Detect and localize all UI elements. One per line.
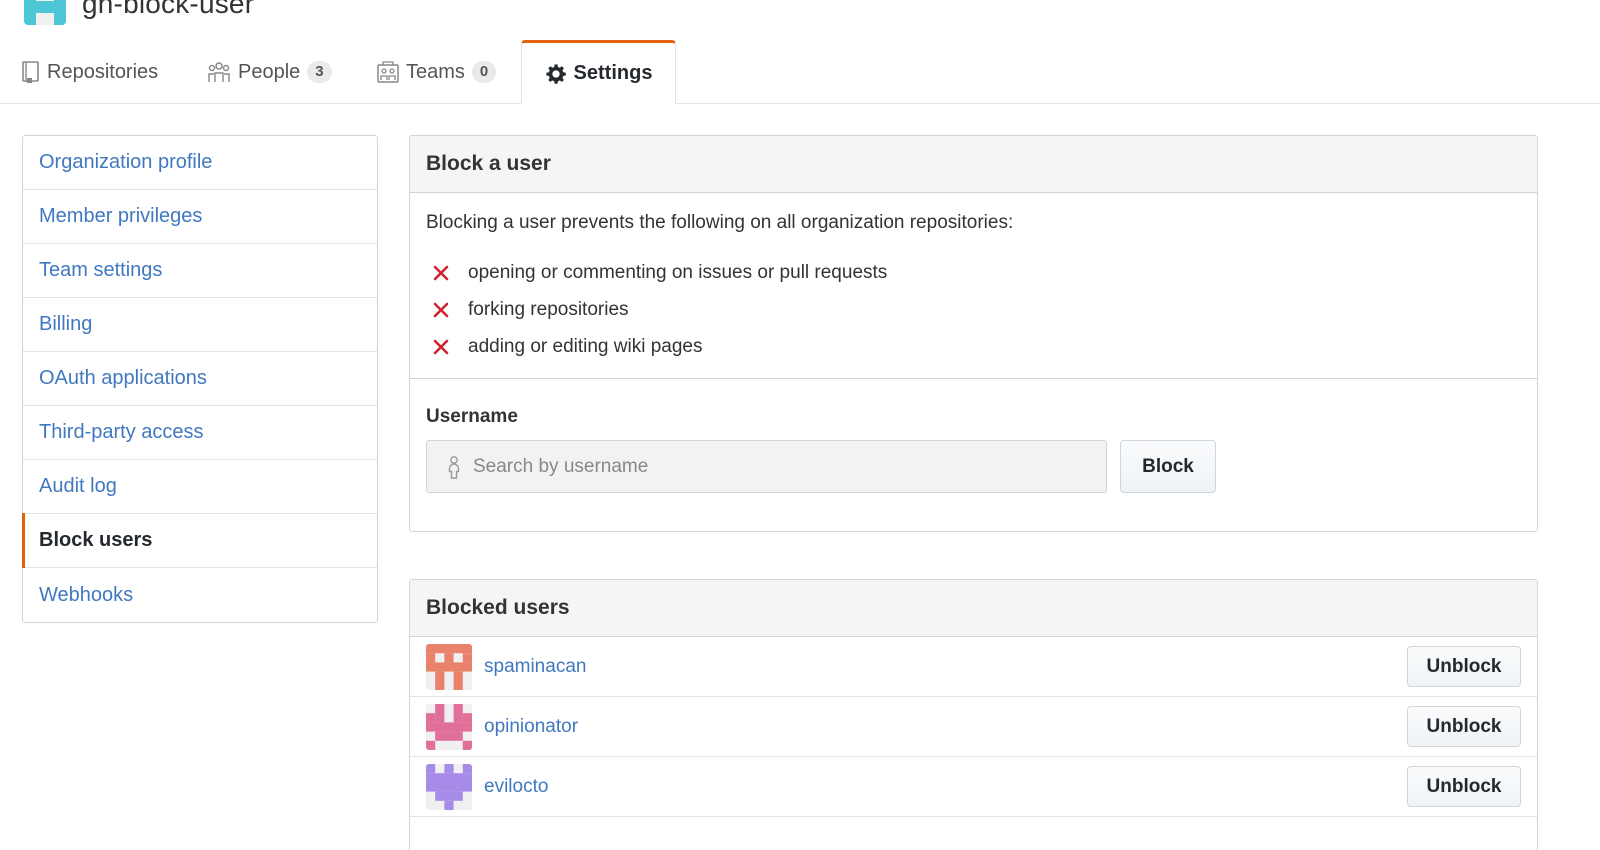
block-user-title: Block a user bbox=[410, 136, 1537, 193]
restriction-text: forking repositories bbox=[468, 298, 629, 320]
teams-count-badge: 0 bbox=[471, 61, 497, 83]
unblock-button[interactable]: Unblock bbox=[1407, 706, 1521, 747]
tab-repositories[interactable]: Repositories bbox=[22, 40, 158, 104]
blocked-username-link[interactable]: spaminacan bbox=[484, 656, 586, 678]
block-intro-text: Blocking a user prevents the following o… bbox=[426, 212, 1014, 233]
username-search-input[interactable] bbox=[473, 455, 1073, 478]
tab-people[interactable]: People 3 bbox=[207, 40, 332, 104]
tab-teams-label: Teams bbox=[406, 60, 465, 83]
org-nav-tabs: Repositories People 3 Teams 0 Settings bbox=[0, 40, 1600, 105]
restriction-text: adding or editing wiki pages bbox=[468, 335, 703, 357]
unblock-button[interactable]: Unblock bbox=[1407, 646, 1521, 687]
table-row: evilocto Unblock bbox=[410, 757, 1537, 817]
people-icon bbox=[207, 61, 231, 83]
avatar[interactable] bbox=[426, 643, 472, 690]
sidebar-item-oauth-applications[interactable]: OAuth applications bbox=[23, 352, 377, 406]
tab-settings[interactable]: Settings bbox=[521, 40, 676, 105]
blocked-users-title: Blocked users bbox=[410, 580, 1537, 637]
sidebar-item-billing[interactable]: Billing bbox=[23, 298, 377, 352]
list-item: opening or commenting on issues or pull … bbox=[432, 254, 887, 291]
list-item: forking repositories bbox=[432, 291, 887, 328]
block-user-panel: Block a user Blocking a user prevents th… bbox=[409, 135, 1538, 532]
x-icon bbox=[432, 264, 452, 282]
tab-teams[interactable]: Teams 0 bbox=[377, 40, 497, 104]
restrictions-list: opening or commenting on issues or pull … bbox=[432, 254, 887, 365]
sidebar-item-member-privileges[interactable]: Member privileges bbox=[23, 190, 377, 244]
teams-icon bbox=[377, 61, 399, 83]
settings-sidebar: Organization profile Member privileges T… bbox=[22, 135, 378, 623]
table-row: opinionator Unblock bbox=[410, 697, 1537, 757]
sidebar-item-third-party-access[interactable]: Third-party access bbox=[23, 406, 377, 460]
gear-icon bbox=[545, 63, 567, 85]
username-label: Username bbox=[426, 406, 518, 427]
sidebar-item-block-users[interactable]: Block users bbox=[22, 513, 377, 568]
list-item: adding or editing wiki pages bbox=[432, 328, 887, 365]
username-search-field[interactable] bbox=[426, 440, 1107, 493]
org-name[interactable]: gh-block-user bbox=[82, 0, 254, 20]
restriction-text: opening or commenting on issues or pull … bbox=[468, 261, 888, 283]
x-icon bbox=[432, 338, 452, 356]
org-avatar[interactable] bbox=[24, 0, 66, 25]
table-row: spaminacan Unblock bbox=[410, 637, 1537, 697]
unblock-button[interactable]: Unblock bbox=[1407, 766, 1521, 807]
repo-icon bbox=[22, 61, 40, 83]
block-button[interactable]: Block bbox=[1120, 440, 1216, 493]
people-count-badge: 3 bbox=[307, 61, 332, 83]
divider bbox=[410, 378, 1537, 379]
tab-settings-label: Settings bbox=[573, 62, 653, 84]
blocked-users-panel: Blocked users spaminacan Unblock opinion… bbox=[409, 579, 1538, 850]
tab-repositories-label: Repositories bbox=[47, 60, 159, 83]
sidebar-item-team-settings[interactable]: Team settings bbox=[23, 244, 377, 298]
blocked-username-link[interactable]: evilocto bbox=[484, 776, 548, 798]
sidebar-item-webhooks[interactable]: Webhooks bbox=[23, 568, 377, 622]
blocked-username-link[interactable]: opinionator bbox=[484, 716, 578, 738]
sidebar-item-organization-profile[interactable]: Organization profile bbox=[23, 136, 377, 190]
tab-people-label: People bbox=[238, 60, 301, 83]
sidebar-item-audit-log[interactable]: Audit log bbox=[23, 460, 377, 514]
avatar[interactable] bbox=[426, 763, 472, 810]
x-icon bbox=[432, 301, 452, 319]
person-icon bbox=[447, 455, 461, 479]
avatar[interactable] bbox=[426, 703, 472, 750]
org-header: gh-block-user bbox=[24, 0, 254, 25]
